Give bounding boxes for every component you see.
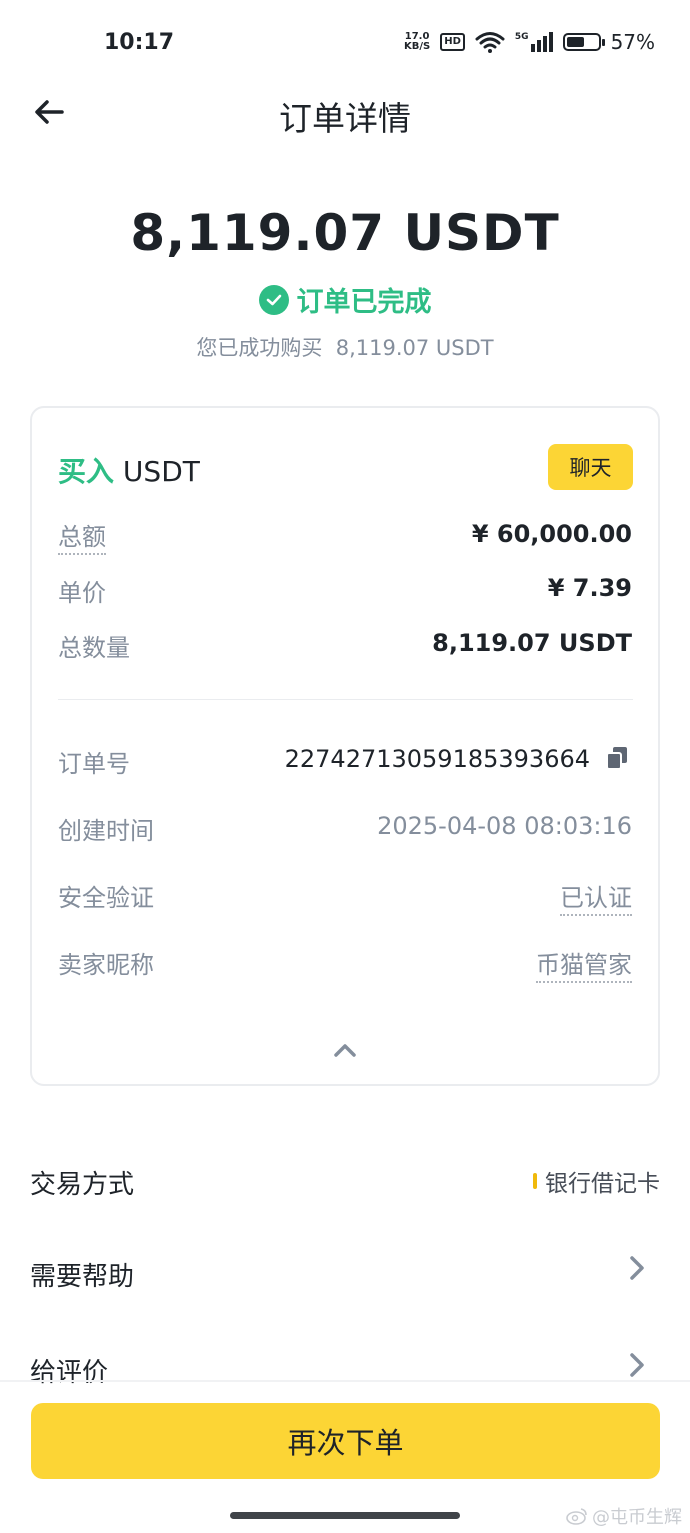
reorder-button[interactable]: 再次下单 [31, 1403, 660, 1479]
chat-button[interactable]: 聊天 [548, 444, 633, 490]
unit-price-value: ¥ 7.39 [547, 574, 632, 602]
copy-icon[interactable] [606, 746, 628, 770]
total-quantity-label: 总数量 [58, 634, 130, 662]
order-number-value: 22742713059185393664 [284, 745, 590, 773]
total-amount-label: 总额 [58, 517, 106, 555]
trade-asset: USDT [122, 455, 200, 488]
order-amount: 8,119.07 USDT [130, 204, 560, 262]
watermark-text: @屯币生辉 [592, 1507, 682, 1528]
created-time-value: 2025-04-08 08:03:16 [377, 812, 632, 840]
page-title: 订单详情 [279, 99, 411, 138]
net-speed-unit: KB/S [404, 41, 431, 52]
security-verification-label: 安全验证 [58, 884, 154, 912]
weibo-icon [566, 1508, 587, 1525]
payment-method-marker [533, 1173, 537, 1189]
help-row[interactable]: 需要帮助 [30, 1256, 134, 1293]
order-status-text: 订单已完成 [296, 287, 432, 318]
chevron-right-icon[interactable] [628, 1352, 646, 1378]
watermark: @屯币生辉 [566, 1503, 682, 1529]
review-row[interactable]: 给评价 [30, 1352, 108, 1389]
status-icons: 17.0 KB/S HD 5G 57% [404, 30, 655, 54]
network-type: 5G [514, 32, 529, 42]
purchase-summary-amount: 8,119.07 USDT [335, 336, 494, 360]
total-quantity-value: 8,119.07 USDT [432, 629, 632, 657]
payment-method-value: 银行借记卡 [533, 1164, 660, 1198]
order-number-label: 订单号 [58, 750, 130, 778]
home-indicator[interactable] [230, 1512, 460, 1519]
bottom-bar-separator [0, 1380, 690, 1382]
purchase-summary-prefix: 您已成功购买 [196, 336, 323, 360]
trade-heading: 买入 USDT [58, 450, 200, 490]
payment-method-text: 银行借记卡 [545, 1171, 660, 1197]
chevron-right-icon[interactable] [628, 1255, 646, 1281]
hd-badge: HD [440, 33, 465, 51]
payment-method-label: 交易方式 [30, 1170, 135, 1200]
net-speed: 17.0 KB/S [404, 32, 430, 52]
wifi-icon [475, 32, 505, 53]
status-time: 10:17 [104, 30, 175, 55]
trade-side: 买入 [58, 455, 115, 488]
signal-icon: 5G [515, 32, 553, 52]
total-amount-value: ¥ 60,000.00 [471, 520, 632, 548]
purchase-summary: 您已成功购买 8,119.07 USDT [0, 332, 690, 362]
security-verification-value[interactable]: 已认证 [560, 878, 632, 916]
total-amount-label-text[interactable]: 总额 [58, 523, 106, 555]
battery-icon [562, 33, 605, 51]
battery-level [566, 37, 584, 47]
card-divider [58, 699, 633, 700]
unit-price-label: 单价 [58, 579, 106, 607]
created-time-label: 创建时间 [58, 817, 154, 845]
security-verification-text: 已认证 [560, 884, 632, 916]
battery-percent: 57% [610, 30, 656, 54]
seller-nickname-label: 卖家昵称 [58, 951, 154, 979]
chevron-up-icon[interactable] [333, 1040, 357, 1058]
check-circle-icon [258, 284, 289, 315]
seller-nickname-value[interactable]: 币猫管家 [536, 945, 632, 983]
order-status: 订单已完成 [0, 280, 690, 319]
seller-nickname-text: 币猫管家 [536, 951, 632, 983]
